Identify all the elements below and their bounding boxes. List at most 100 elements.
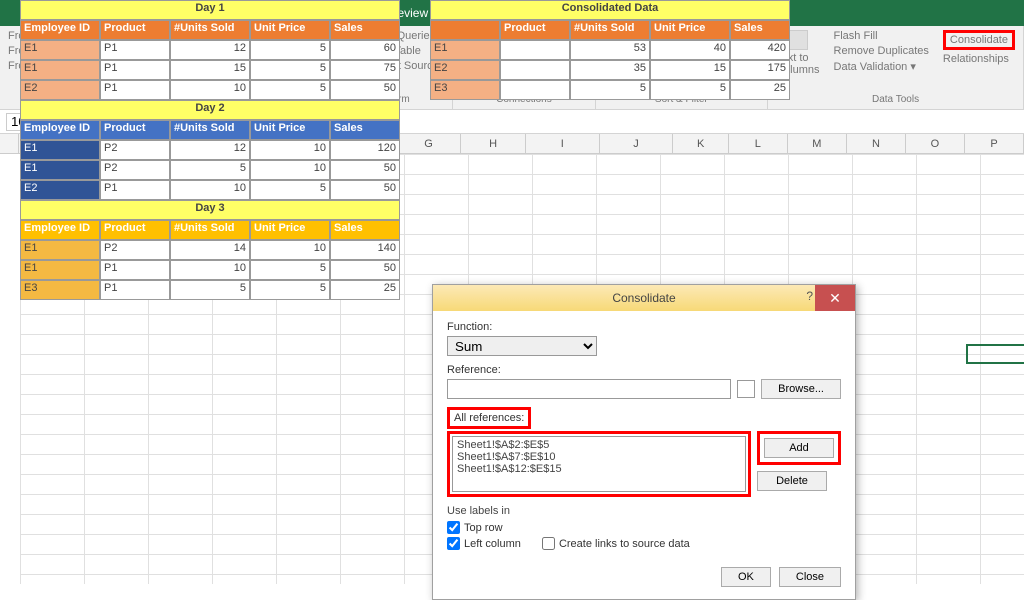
reference-input[interactable] <box>447 379 731 399</box>
cell[interactable]: E3 <box>430 80 500 100</box>
cell[interactable]: 10 <box>170 80 250 100</box>
dialog-help-icon[interactable]: ? <box>806 289 813 303</box>
cell[interactable]: #Units Sold <box>570 20 650 40</box>
ref-item[interactable]: Sheet1!$A$7:$E$10 <box>457 451 741 463</box>
add-button[interactable]: Add <box>764 438 834 458</box>
cell[interactable]: 15 <box>170 60 250 80</box>
col-header[interactable]: L <box>729 134 788 153</box>
close-button[interactable]: Close <box>779 567 841 587</box>
cell[interactable]: Employee ID <box>20 120 100 140</box>
cell[interactable]: E1 <box>20 160 100 180</box>
cell[interactable]: 5 <box>250 60 330 80</box>
dialog-title-bar[interactable]: Consolidate ? ✕ <box>433 285 855 311</box>
remove-duplicates-button[interactable]: Remove Duplicates <box>834 45 929 57</box>
cell[interactable]: Product <box>100 120 170 140</box>
cell[interactable]: P1 <box>100 40 170 60</box>
cell[interactable]: 5 <box>650 80 730 100</box>
cell[interactable]: 50 <box>330 80 400 100</box>
cell[interactable]: 5 <box>170 280 250 300</box>
cell[interactable]: P1 <box>100 280 170 300</box>
cell[interactable]: 5 <box>250 260 330 280</box>
cell[interactable]: E2 <box>20 180 100 200</box>
ref-item[interactable]: Sheet1!$A$12:$E$15 <box>457 463 741 475</box>
cell[interactable]: 53 <box>570 40 650 60</box>
cell[interactable]: 140 <box>330 240 400 260</box>
function-select[interactable]: Sum <box>447 336 597 356</box>
cell[interactable]: 10 <box>250 140 330 160</box>
cell[interactable]: 10 <box>170 260 250 280</box>
cell[interactable]: 5 <box>170 160 250 180</box>
cell[interactable]: Unit Price <box>650 20 730 40</box>
cell[interactable]: 35 <box>570 60 650 80</box>
cell[interactable]: Day 1 <box>20 0 400 20</box>
cell[interactable]: 50 <box>330 180 400 200</box>
cell[interactable]: 12 <box>170 140 250 160</box>
cell[interactable]: #Units Sold <box>170 120 250 140</box>
cell[interactable]: P2 <box>100 240 170 260</box>
cell[interactable]: P1 <box>100 260 170 280</box>
cell[interactable]: 25 <box>730 80 790 100</box>
cell[interactable]: 420 <box>730 40 790 60</box>
ref-item[interactable]: Sheet1!$A$2:$E$5 <box>457 439 741 451</box>
left-column-checkbox[interactable]: Left column <box>447 537 521 550</box>
cell[interactable] <box>430 20 500 40</box>
consolidate-button[interactable]: Consolidate <box>943 30 1015 50</box>
cell[interactable]: P2 <box>100 160 170 180</box>
cell[interactable]: P2 <box>100 140 170 160</box>
cell[interactable]: 5 <box>570 80 650 100</box>
col-header[interactable]: O <box>906 134 965 153</box>
col-header[interactable]: M <box>788 134 847 153</box>
range-picker-icon[interactable] <box>737 380 755 398</box>
col-header[interactable]: G <box>397 134 462 153</box>
relationships-button[interactable]: Relationships <box>943 53 1015 65</box>
col-header[interactable]: N <box>847 134 906 153</box>
cell[interactable]: Product <box>100 20 170 40</box>
flash-fill-button[interactable]: Flash Fill <box>834 30 929 42</box>
cell[interactable]: E1 <box>20 60 100 80</box>
cell[interactable]: #Units Sold <box>170 20 250 40</box>
delete-button[interactable]: Delete <box>757 471 827 491</box>
cell[interactable]: E1 <box>20 140 100 160</box>
cell[interactable]: Sales <box>730 20 790 40</box>
cell[interactable]: Consolidated Data <box>430 0 790 20</box>
cell[interactable]: Day 2 <box>20 100 400 120</box>
cell[interactable]: E1 <box>20 40 100 60</box>
cell[interactable]: E2 <box>20 80 100 100</box>
cell[interactable]: 10 <box>250 240 330 260</box>
cell[interactable]: 14 <box>170 240 250 260</box>
cell[interactable]: 12 <box>170 40 250 60</box>
cell[interactable] <box>500 40 570 60</box>
cell[interactable]: 50 <box>330 160 400 180</box>
cell[interactable]: 15 <box>650 60 730 80</box>
cell[interactable]: 5 <box>250 80 330 100</box>
cell[interactable]: Product <box>500 20 570 40</box>
cell[interactable]: E3 <box>20 280 100 300</box>
cell[interactable]: Unit Price <box>250 220 330 240</box>
dialog-close-icon[interactable]: ✕ <box>815 285 855 311</box>
all-references-list[interactable]: Sheet1!$A$2:$E$5 Sheet1!$A$7:$E$10 Sheet… <box>452 436 746 492</box>
cell[interactable]: 120 <box>330 140 400 160</box>
cell[interactable]: 175 <box>730 60 790 80</box>
cell[interactable]: 5 <box>250 40 330 60</box>
ok-button[interactable]: OK <box>721 567 771 587</box>
cell[interactable]: Sales <box>330 120 400 140</box>
cell[interactable]: E1 <box>20 240 100 260</box>
cell[interactable]: 50 <box>330 260 400 280</box>
cell[interactable]: Employee ID <box>20 20 100 40</box>
cell[interactable]: E1 <box>20 260 100 280</box>
cell[interactable]: 10 <box>170 180 250 200</box>
cell[interactable]: 60 <box>330 40 400 60</box>
cell[interactable]: E2 <box>430 60 500 80</box>
col-header[interactable]: I <box>526 134 600 153</box>
cell[interactable]: Unit Price <box>250 20 330 40</box>
cell[interactable]: Unit Price <box>250 120 330 140</box>
top-row-checkbox[interactable]: Top row <box>447 521 503 534</box>
cell[interactable]: P1 <box>100 60 170 80</box>
cell[interactable] <box>500 60 570 80</box>
data-validation-button[interactable]: Data Validation ▾ <box>834 60 929 73</box>
cell[interactable]: Day 3 <box>20 200 400 220</box>
create-links-checkbox[interactable]: Create links to source data <box>542 537 690 550</box>
cell[interactable]: #Units Sold <box>170 220 250 240</box>
col-header[interactable]: H <box>461 134 526 153</box>
cell[interactable]: Employee ID <box>20 220 100 240</box>
